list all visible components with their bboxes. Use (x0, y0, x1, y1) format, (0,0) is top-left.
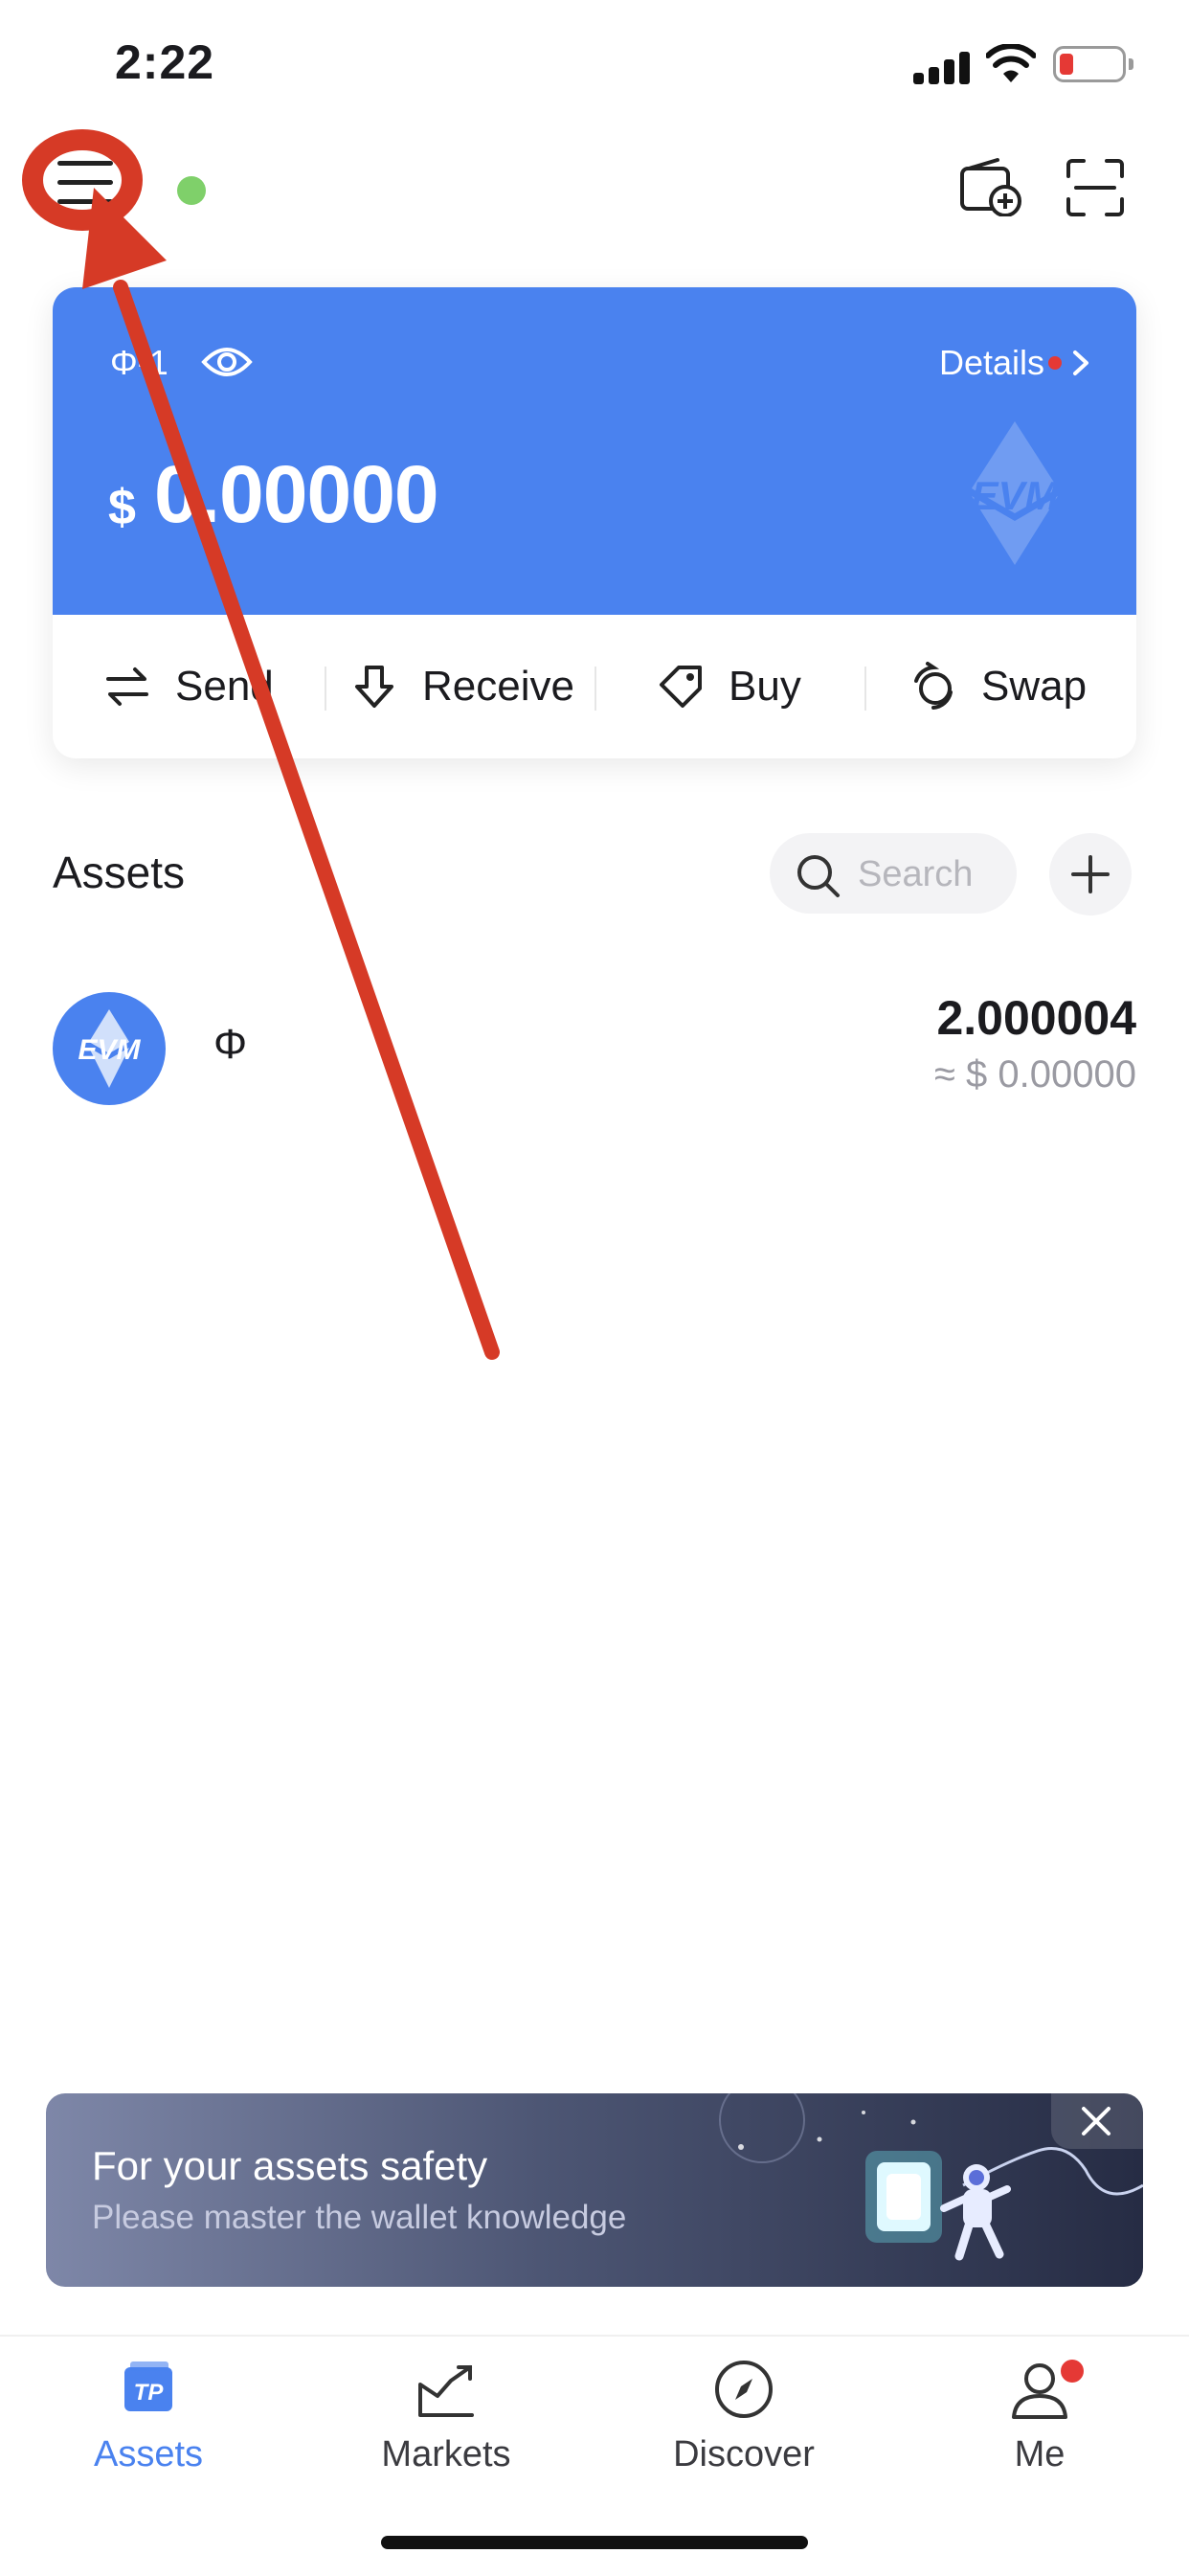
safety-banner[interactable]: For your assets safety Please master the… (46, 2093, 1143, 2287)
receive-button[interactable]: Receive (349, 615, 574, 758)
search-icon (797, 855, 840, 897)
tab-markets[interactable]: Markets (341, 2356, 551, 2490)
details-badge (1048, 356, 1062, 370)
close-banner-button[interactable] (1051, 2093, 1143, 2149)
plus-icon (1071, 855, 1110, 893)
scan-icon[interactable] (1065, 157, 1126, 218)
home-indicator (381, 2536, 808, 2549)
swap-label: Swap (981, 663, 1088, 710)
swap-button[interactable]: Swap (909, 615, 1087, 758)
eye-icon[interactable] (201, 343, 253, 381)
svg-text:EVM: EVM (78, 1034, 141, 1066)
currency-symbol: $ (108, 480, 136, 535)
wallet-name[interactable]: Φ-1 (110, 343, 168, 383)
tab-label: Assets (93, 2434, 204, 2474)
chevron-right-icon[interactable] (1066, 349, 1094, 377)
tab-assets[interactable]: TP Assets (43, 2356, 254, 2490)
svg-text:EVM: EVM (971, 473, 1059, 518)
close-icon (1082, 2107, 1110, 2135)
divider (325, 667, 326, 711)
swap-icon (914, 662, 953, 710)
add-wallet-icon[interactable] (959, 157, 1022, 216)
token-fiat-value: ≈ $ 0.00000 (933, 1053, 1136, 1096)
divider (594, 667, 596, 711)
banner-title: For your assets safety (92, 2143, 488, 2188)
buy-button[interactable]: Buy (656, 615, 801, 758)
menu-icon[interactable] (57, 161, 117, 209)
asset-search[interactable] (770, 833, 1017, 914)
download-icon (355, 666, 393, 708)
tab-label: Markets (381, 2434, 511, 2474)
token-row[interactable]: EVM Φ 2.000004 ≈ $ 0.00000 (53, 986, 1136, 1111)
send-label: Send (175, 663, 274, 710)
tag-icon (660, 666, 702, 708)
wallet-card: Φ-1 Details $ 0.00000 EVM Send Receive B… (53, 287, 1136, 758)
compass-icon (715, 2361, 773, 2418)
battery-icon (1053, 46, 1133, 82)
svg-text:TP: TP (134, 2380, 165, 2406)
action-bar: Send Receive Buy Swap (53, 615, 1136, 758)
tab-me[interactable]: Me (934, 2356, 1145, 2490)
buy-label: Buy (729, 663, 801, 710)
tab-label: Discover (673, 2434, 815, 2474)
send-button[interactable]: Send (102, 615, 274, 758)
evm-token-icon: EVM (53, 992, 166, 1105)
balance-panel: Φ-1 Details $ 0.00000 EVM (53, 287, 1136, 615)
divider (864, 667, 866, 711)
network-status-dot (177, 176, 206, 205)
notification-badge (1061, 2360, 1084, 2383)
tp-wallet-icon: TP (124, 2361, 172, 2411)
chart-icon (418, 2365, 474, 2417)
details-link[interactable]: Details (939, 343, 1044, 383)
receive-label: Receive (422, 663, 574, 710)
total-balance: 0.00000 (154, 449, 439, 539)
add-token-button[interactable] (1049, 833, 1132, 915)
tab-label: Me (1014, 2434, 1066, 2474)
token-symbol: Φ (213, 1021, 248, 1068)
evm-watermark-icon: EVM (971, 421, 1060, 565)
search-input[interactable] (856, 847, 1003, 902)
wifi-icon (986, 44, 1036, 82)
tab-discover[interactable]: Discover (639, 2356, 849, 2490)
transfer-icon (106, 667, 148, 706)
cellular-signal-icon (913, 50, 973, 84)
status-time: 2:22 (115, 35, 215, 89)
token-amount: 2.000004 (936, 991, 1136, 1045)
assets-heading: Assets (53, 847, 186, 897)
banner-subtitle: Please master the wallet knowledge (92, 2199, 627, 2236)
